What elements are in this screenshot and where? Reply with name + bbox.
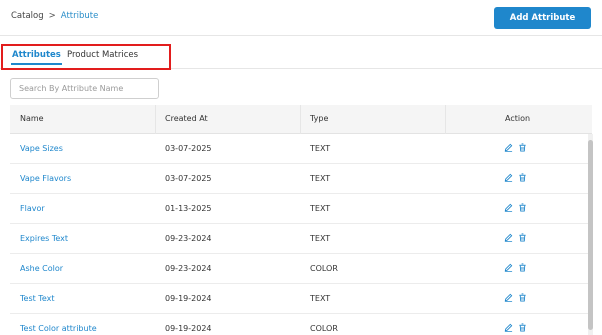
search-input[interactable] — [10, 78, 159, 99]
type-value: TEXT — [310, 144, 331, 153]
table-row: Ashe Color 09-23-2024 COLOR — [10, 254, 592, 284]
scrollbar-thumb[interactable] — [588, 140, 593, 330]
trash-icon[interactable] — [518, 323, 527, 332]
attribute-name-link[interactable]: Vape Sizes — [20, 144, 63, 153]
table-body: Vape Sizes 03-07-2025 TEXT Vape Flavors 03-0… — [10, 134, 592, 335]
type-value: TEXT — [310, 174, 331, 183]
column-divider — [155, 105, 156, 134]
table-row: Test Text 09-19-2024 TEXT — [10, 284, 592, 314]
edit-icon[interactable] — [504, 203, 513, 212]
column-divider — [300, 105, 301, 134]
table-row: Vape Sizes 03-07-2025 TEXT — [10, 134, 592, 164]
row-actions — [504, 293, 527, 302]
table-row: Flavor 01-13-2025 TEXT — [10, 194, 592, 224]
breadcrumb-catalog[interactable]: Catalog — [11, 11, 44, 21]
add-attribute-button[interactable]: Add Attribute — [494, 7, 591, 29]
breadcrumb-separator: > — [48, 11, 56, 21]
trash-icon[interactable] — [518, 173, 527, 182]
row-actions — [504, 233, 527, 242]
created-at-value: 09-19-2024 — [165, 294, 212, 303]
type-value: TEXT — [310, 294, 331, 303]
row-actions — [504, 203, 527, 212]
created-at-value: 09-23-2024 — [165, 264, 212, 273]
attribute-name-link[interactable]: Vape Flavors — [20, 174, 71, 183]
attribute-name-link[interactable]: Test Text — [20, 294, 54, 303]
edit-icon[interactable] — [504, 233, 513, 242]
created-at-value: 01-13-2025 — [165, 204, 212, 213]
type-value: TEXT — [310, 234, 331, 243]
created-at-value: 09-19-2024 — [165, 324, 212, 333]
top-bar: Catalog > Attribute Add Attribute — [0, 0, 602, 36]
attribute-name-link[interactable]: Expires Text — [20, 234, 68, 243]
column-header-action: Action — [505, 114, 531, 123]
table-header: Name Created At Type Action — [10, 105, 592, 134]
type-value: COLOR — [310, 264, 338, 273]
column-header-type[interactable]: Type — [310, 114, 328, 123]
row-actions — [504, 173, 527, 182]
column-header-created-at[interactable]: Created At — [165, 114, 208, 123]
breadcrumb: Catalog > Attribute — [11, 11, 98, 21]
edit-icon[interactable] — [504, 143, 513, 152]
edit-icon[interactable] — [504, 263, 513, 272]
tabs-highlight-annotation — [1, 44, 171, 70]
edit-icon[interactable] — [504, 173, 513, 182]
trash-icon[interactable] — [518, 263, 527, 272]
attribute-name-link[interactable]: Test Color attribute — [20, 324, 97, 333]
created-at-value: 03-07-2025 — [165, 144, 212, 153]
attributes-table: Name Created At Type Action Vape Sizes 03… — [10, 105, 592, 335]
table-row: Vape Flavors 03-07-2025 TEXT — [10, 164, 592, 194]
type-value: COLOR — [310, 324, 338, 333]
trash-icon[interactable] — [518, 143, 527, 152]
created-at-value: 03-07-2025 — [165, 174, 212, 183]
table-row: Test Color attribute 09-19-2024 COLOR — [10, 314, 592, 335]
column-header-name[interactable]: Name — [20, 114, 44, 123]
type-value: TEXT — [310, 204, 331, 213]
trash-icon[interactable] — [518, 203, 527, 212]
attribute-name-link[interactable]: Ashe Color — [20, 264, 63, 273]
created-at-value: 09-23-2024 — [165, 234, 212, 243]
attribute-name-link[interactable]: Flavor — [20, 204, 45, 213]
table-scrollbar[interactable] — [588, 134, 593, 335]
trash-icon[interactable] — [518, 293, 527, 302]
row-actions — [504, 323, 527, 332]
trash-icon[interactable] — [518, 233, 527, 242]
edit-icon[interactable] — [504, 323, 513, 332]
edit-icon[interactable] — [504, 293, 513, 302]
row-actions — [504, 263, 527, 272]
column-divider — [445, 105, 446, 134]
row-actions — [504, 143, 527, 152]
table-row: Expires Text 09-23-2024 TEXT — [10, 224, 592, 254]
breadcrumb-attribute[interactable]: Attribute — [61, 11, 99, 21]
